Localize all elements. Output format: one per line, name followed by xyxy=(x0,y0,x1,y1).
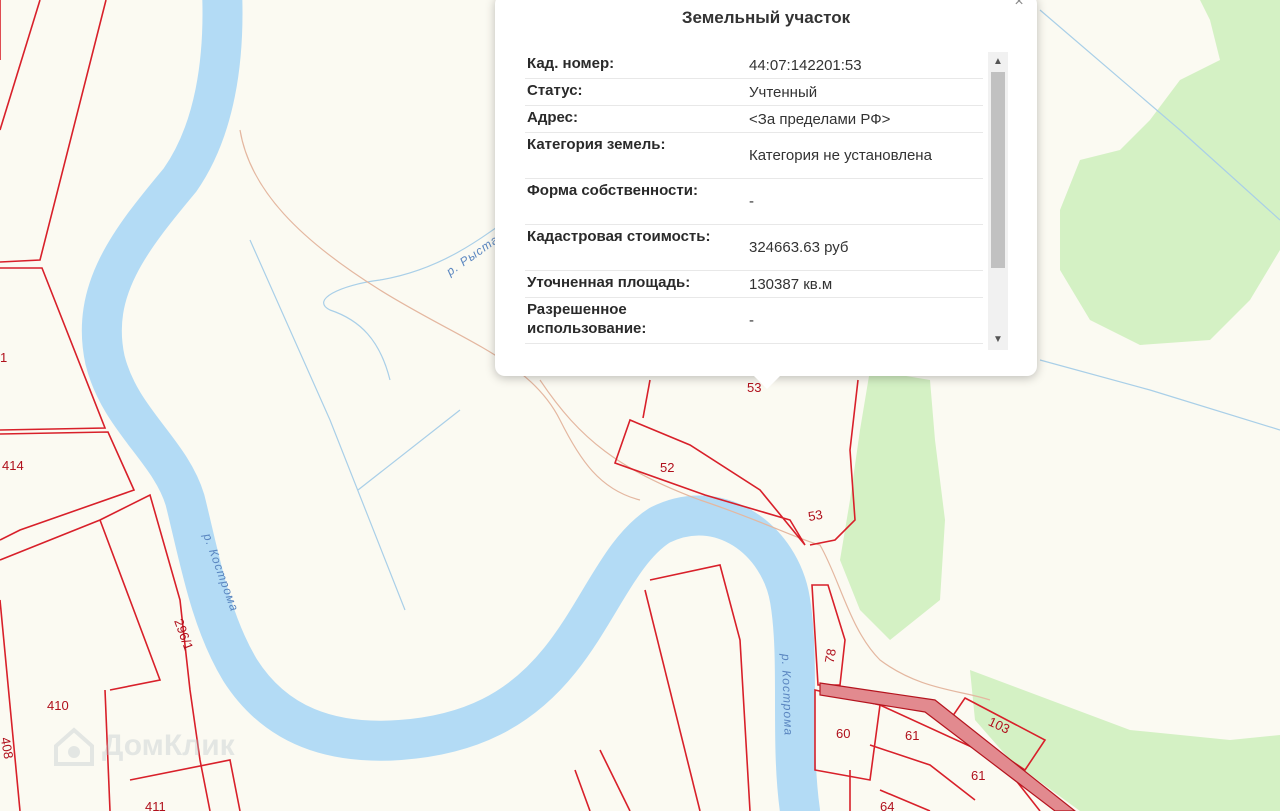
parcel-boundary[interactable] xyxy=(99,519,162,691)
stream xyxy=(249,239,406,611)
table-row: Кадастровая стоимость: 324663.63 руб xyxy=(525,225,983,271)
parcel-label: 408 xyxy=(0,736,16,760)
parcel-label: 414 xyxy=(2,458,24,473)
parcel-boundary[interactable] xyxy=(0,599,21,811)
parcel-label: 61 xyxy=(905,728,919,743)
row-value: - xyxy=(749,312,754,329)
parcel-info-popup: × Земельный участок Кад. номер: 44:07:14… xyxy=(495,0,1037,389)
parcel-label: 410 xyxy=(47,698,69,713)
table-row: Разрешенное использование: - xyxy=(525,298,983,344)
parcel-boundary[interactable] xyxy=(0,0,107,263)
row-key: Адрес: xyxy=(527,109,578,126)
row-key: Кад. номер: xyxy=(527,55,615,72)
river-label: р. Кострома xyxy=(779,653,796,737)
parcel-label: 53 xyxy=(807,507,824,524)
scroll-thumb[interactable] xyxy=(991,72,1005,268)
stream xyxy=(357,409,461,491)
row-key: Статус: xyxy=(527,82,583,99)
row-value: 324663.63 руб xyxy=(749,239,849,256)
parcel-boundary[interactable] xyxy=(644,589,701,811)
chevron-up-icon[interactable]: ▲ xyxy=(988,52,1008,72)
popup-scrollbar[interactable]: ▲ ▼ xyxy=(988,52,1008,350)
parcel-label: 61 xyxy=(971,768,985,783)
row-key: Категория земель: xyxy=(527,136,666,153)
table-row: Уточненная площадь: 130387 кв.м xyxy=(525,271,983,298)
forest-area xyxy=(970,670,1280,811)
parcel-label: 52 xyxy=(660,460,674,475)
popup-pointer xyxy=(753,375,781,389)
parcel-78[interactable] xyxy=(811,584,846,686)
parcel-label: 78 xyxy=(822,647,839,664)
parcel-label: 64 xyxy=(880,799,894,811)
parcel-boundary[interactable] xyxy=(0,431,136,541)
row-key: Кадастровая стоимость: xyxy=(527,228,711,245)
table-row: Кад. номер: 44:07:142201:53 xyxy=(525,52,983,79)
parcel-boundary[interactable] xyxy=(574,769,591,811)
stream xyxy=(1039,359,1280,431)
parcel-boundary[interactable] xyxy=(649,564,751,811)
row-key: Уточненная площадь: xyxy=(527,274,691,291)
watermark: ДомКлик xyxy=(52,724,235,768)
row-key: Разрешенное использование: xyxy=(527,301,647,337)
row-value: Учтенный xyxy=(749,83,818,101)
info-table: Кад. номер: 44:07:142201:53 Статус: Учте… xyxy=(525,52,983,344)
parcel-boundary[interactable] xyxy=(599,749,631,811)
row-key: Форма собственности: xyxy=(527,182,698,199)
row-value: 44:07:142201:53 xyxy=(749,56,862,74)
table-row: Форма собственности: - xyxy=(525,179,983,225)
parcel-label: 1 xyxy=(0,350,7,365)
chevron-down-icon[interactable]: ▼ xyxy=(988,330,1008,350)
parcel-boundary[interactable] xyxy=(642,379,651,419)
row-value: Категория не установлена xyxy=(749,147,932,164)
parcel-label: 60 xyxy=(836,726,850,741)
watermark-text: ДомКлик xyxy=(102,729,235,762)
popup-title: Земельный участок xyxy=(681,8,851,27)
row-value: <За пределами РФ> xyxy=(749,110,891,128)
house-logo-icon xyxy=(54,727,94,766)
forest-area xyxy=(1060,0,1280,345)
parcel-label: 411 xyxy=(145,799,166,811)
table-row: Категория земель: Категория не установле… xyxy=(525,133,983,179)
parcel-boundary[interactable] xyxy=(0,0,41,131)
forest-area xyxy=(840,370,945,640)
parcel-label: 296/1 xyxy=(171,617,196,653)
row-value: - xyxy=(749,193,754,210)
table-row: Статус: Учтенный xyxy=(525,79,983,106)
row-value: 130387 кв.м xyxy=(749,275,833,293)
table-row: Адрес: <За пределами РФ> xyxy=(525,106,983,133)
